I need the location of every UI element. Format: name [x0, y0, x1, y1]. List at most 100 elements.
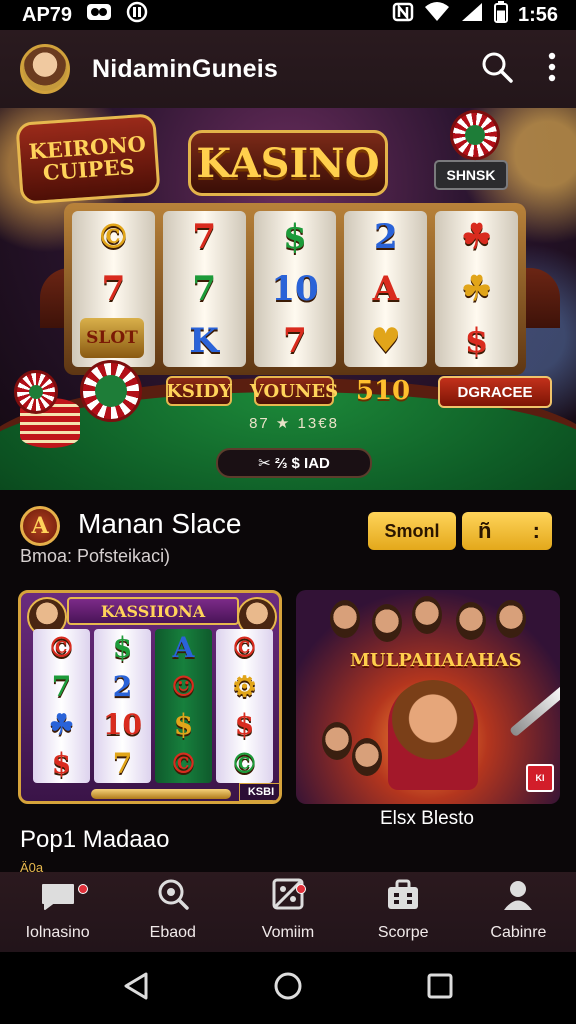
reel-symbol: $ [173, 708, 194, 742]
section-title: Manan Slace [78, 508, 242, 539]
location-icon [126, 1, 148, 29]
avatar[interactable] [20, 44, 70, 94]
reel-symbol: ☘ [48, 708, 75, 742]
nav-label: Iolnasino [25, 924, 90, 941]
card-reel: $2 10 7 [94, 629, 151, 783]
reel-symbol: ☘ [461, 269, 492, 309]
hero-subtext: 87 ★ 13€8 [249, 415, 339, 432]
carrier-text: AP79 [22, 3, 73, 26]
reel-symbol: 7 [112, 746, 133, 780]
reel-symbol: © [47, 631, 76, 665]
nav-label: Scorpe [377, 924, 429, 941]
nfc-icon [392, 1, 414, 29]
reel-symbol: ♥ [370, 321, 402, 361]
card-reels: © 7 ☘ $ $2 10 7 A ☺ $ © © ⚙ $ © [33, 629, 273, 783]
more-icon: : [532, 518, 540, 543]
nav-item-ebaod[interactable]: Ebaod [115, 872, 230, 952]
game-card-kassiiona[interactable]: KASSIIONA © 7 ☘ $ $2 10 7 A ☺ $ © © ⚙ $ © KSBI [18, 590, 282, 804]
hero-button-ksidy[interactable]: KSIDY [166, 376, 232, 406]
card-title: KASSIIONA [67, 597, 239, 625]
reel-symbol: 7 [51, 669, 72, 703]
nav-item-cabinre[interactable]: Cabinre [461, 872, 576, 952]
card-reel: © 7 ☘ $ [33, 629, 90, 783]
card-caption-left: Pop1 Madaao [20, 826, 170, 853]
recents-icon[interactable] [426, 972, 454, 1005]
slot-reel: 7 7 K [162, 211, 246, 367]
section-subtitle: Bmoa: Pofsteikaci) [20, 546, 171, 566]
game-card-multiplayer[interactable]: MULPAIIAIAHAS KI [296, 590, 560, 804]
character-portrait [322, 722, 352, 760]
signal-icon [460, 1, 484, 29]
slot-reel: ☘ ☘ $ [435, 211, 518, 367]
reel-symbol: 7 [283, 321, 307, 361]
section-header: A Manan Slace Bmoa: Pofsteikaci) Smonl ñ… [0, 490, 576, 580]
hero-button-vounes[interactable]: VOUNES [250, 376, 338, 406]
reel-symbol: 7 [192, 217, 217, 257]
reel-symbol: ☺ [170, 669, 197, 703]
poker-chip-icon [14, 370, 58, 414]
app-bar: NidaminGuneis [0, 30, 576, 108]
hero-pill[interactable]: ✂ ⅔ $ IAD [216, 448, 372, 478]
hero-button-dgracee[interactable]: DGRACEE [438, 376, 552, 408]
status-bar: AP79 1:56 [0, 0, 576, 30]
nav-item-vomiim[interactable]: Vomiim [230, 872, 345, 952]
card-progress-bar [91, 789, 231, 799]
card-caption-right: Elsx Blesto [380, 808, 474, 829]
reel-symbol: $ [51, 746, 72, 780]
battery-icon [493, 1, 508, 29]
slot-stack-label: SLOT [80, 318, 144, 358]
notification-dot [78, 884, 88, 894]
nav-label: Ebaod [149, 924, 196, 941]
small-button[interactable]: Smonl [368, 512, 456, 550]
reel-symbol: 2 [373, 217, 398, 257]
back-icon[interactable] [122, 971, 150, 1006]
reel-symbol: 7 [101, 269, 126, 309]
reel-symbol: © [96, 217, 131, 257]
character-portrait [412, 596, 442, 634]
reel-symbol: © [230, 746, 259, 780]
home-icon[interactable] [273, 971, 303, 1006]
sword-icon [508, 684, 560, 738]
hero-tag[interactable]: SHNSK [434, 160, 508, 190]
chat-bubble-icon [39, 881, 77, 916]
slot-reel: 2 A ♥ [344, 211, 428, 367]
puzzle-icon [271, 877, 305, 916]
screen-record-icon [86, 2, 112, 28]
reel-symbol: K [189, 321, 219, 361]
bottom-nav: Iolnasino Ebaod Vomiim Scorpe Cabinre [0, 872, 576, 952]
character-portrait [456, 602, 486, 640]
nav-item-iolnasino[interactable]: Iolnasino [0, 872, 115, 952]
reel-symbol: $ [283, 217, 307, 257]
hero-banner[interactable]: ©7777K$1072A♥☘☘$ KEIRONO CUIPES KASINO S… [0, 108, 576, 490]
character-portrait [352, 738, 382, 776]
glyph-icon: ñ [478, 518, 492, 543]
nav-label: Cabinre [490, 924, 547, 941]
game-cards: KASSIIONA © 7 ☘ $ $2 10 7 A ☺ $ © © ⚙ $ © KSBI MULPAII… [0, 590, 576, 875]
nav-item-scorpe[interactable]: Scorpe [346, 872, 461, 952]
nav-label: Vomiim [261, 924, 315, 941]
hero-badge: KEIRONO CUIPES [15, 113, 161, 205]
reel-symbol: 2 [112, 669, 133, 703]
reel-symbol: © [169, 746, 198, 780]
options-button[interactable]: ñ : [462, 512, 552, 550]
app-title: NidaminGuneis [92, 54, 278, 83]
reel-symbol: $ [234, 708, 255, 742]
character-portrait [330, 600, 360, 638]
more-vert-icon[interactable] [548, 52, 556, 87]
reel-symbol: $ [112, 631, 133, 665]
search-icon[interactable] [480, 50, 514, 89]
hero-jackpot-value: 510 [355, 376, 411, 406]
reel-symbol: © [230, 631, 259, 665]
reel-symbol: A [172, 631, 195, 665]
character-portrait [496, 600, 526, 638]
reel-symbol: 10 [103, 708, 142, 742]
system-nav-bar [0, 952, 576, 1024]
slot-reel: $10 7 [253, 211, 337, 367]
reel-symbol: ⚙ [231, 669, 258, 703]
reel-symbol: 10 [271, 269, 319, 309]
clock: 1:56 [517, 3, 558, 26]
card-reel: © ⚙ $ © [216, 629, 273, 783]
reel-symbol: $ [464, 321, 489, 361]
card-label: KSBI [239, 783, 279, 801]
card-badge: KI [526, 764, 554, 792]
